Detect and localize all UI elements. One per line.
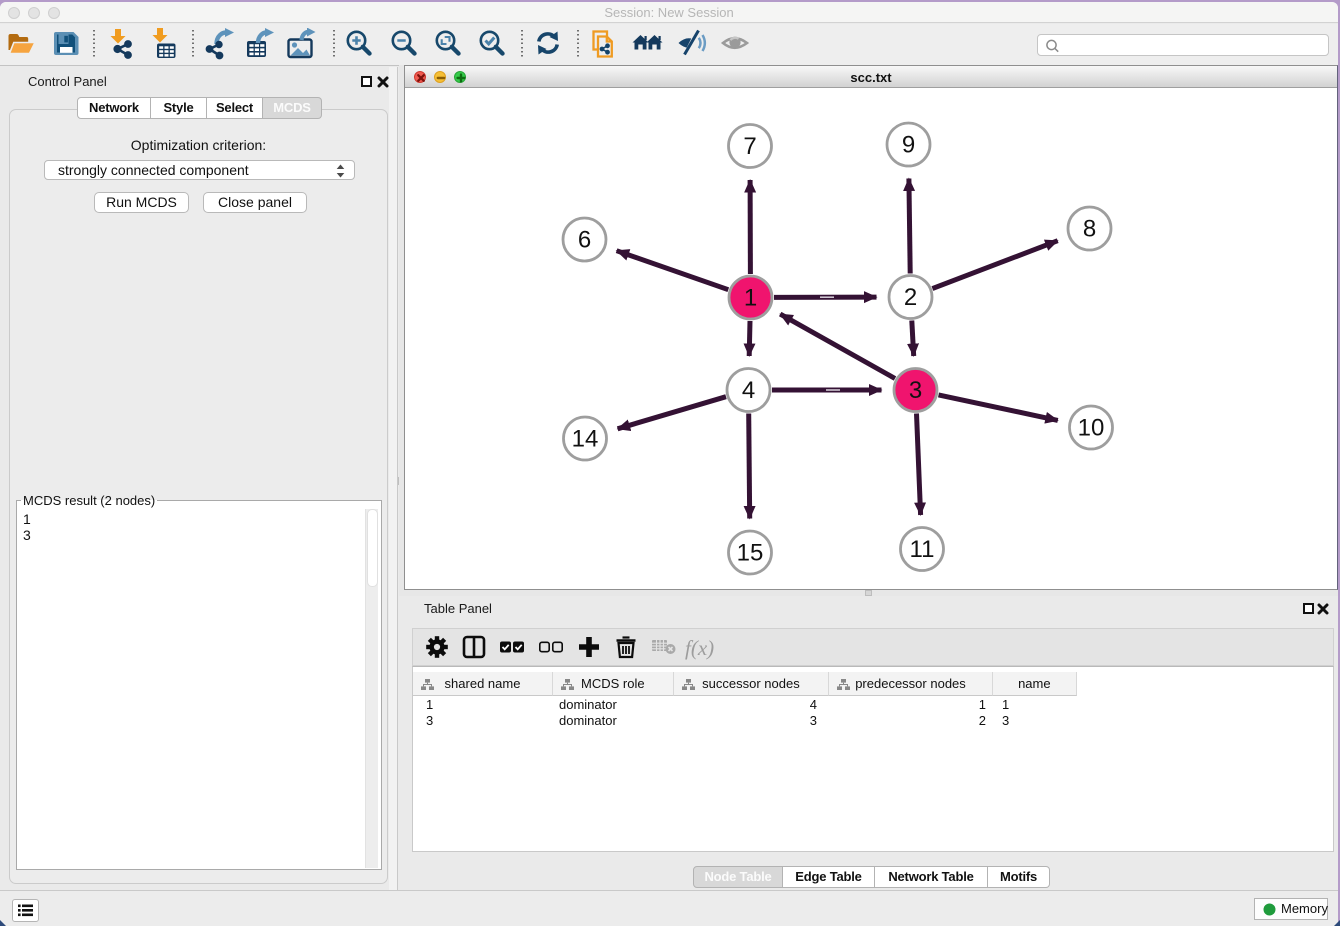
svg-text:6: 6 xyxy=(578,227,591,254)
svg-text:11: 11 xyxy=(910,536,935,563)
svg-text:2: 2 xyxy=(904,284,917,311)
svg-text:7: 7 xyxy=(743,133,756,160)
svg-text:14: 14 xyxy=(572,426,599,453)
svg-text:1: 1 xyxy=(744,285,757,312)
svg-text:3: 3 xyxy=(909,377,922,404)
svg-text:15: 15 xyxy=(737,540,764,567)
svg-text:8: 8 xyxy=(1083,216,1096,243)
svg-text:4: 4 xyxy=(742,377,755,404)
svg-text:9: 9 xyxy=(902,132,915,159)
svg-text:10: 10 xyxy=(1078,415,1105,442)
